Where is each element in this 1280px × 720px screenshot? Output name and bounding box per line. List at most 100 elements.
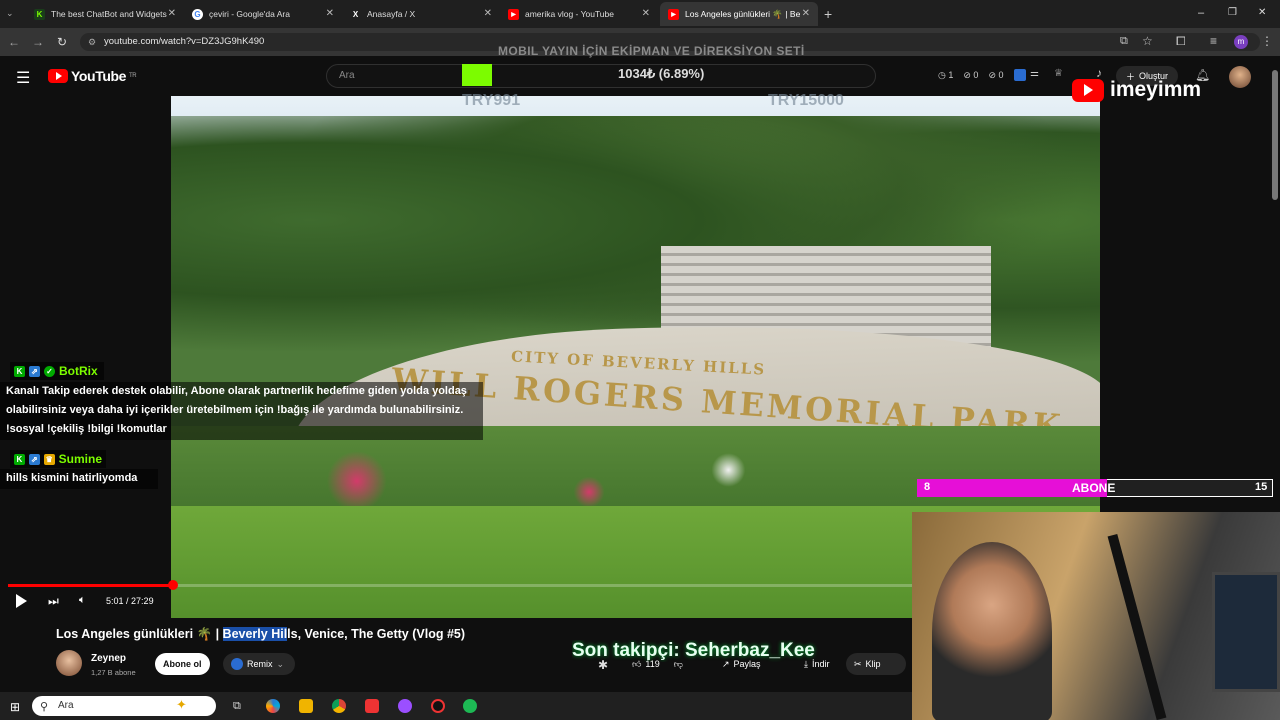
- subscriber-current: 8: [924, 481, 931, 493]
- taskbar-search-input[interactable]: Ara: [32, 696, 216, 716]
- task-view-icon[interactable]: ⧉: [233, 700, 241, 713]
- restore-button[interactable]: ❐: [1228, 7, 1237, 18]
- tab-title: amerika vlog - YouTube: [525, 9, 614, 19]
- webcam-person: [932, 542, 1052, 720]
- title-part: Los Angeles günlükleri 🌴 |: [56, 627, 223, 641]
- kick-badge-icon: K: [14, 365, 25, 377]
- browser-menu-icon[interactable]: ⋮: [1261, 34, 1273, 48]
- channel-avatar[interactable]: [56, 650, 82, 676]
- tab-title: Anasayfa / X: [367, 9, 416, 19]
- new-tab-button[interactable]: +: [824, 6, 832, 22]
- puzzle-icon: ✱: [598, 658, 609, 672]
- bookmark-star-icon[interactable]: ☆: [1142, 34, 1153, 48]
- channel-handle-text: imeyimm: [1110, 78, 1202, 101]
- goal-right-label: TRY15000: [768, 92, 844, 109]
- cast-icon[interactable]: ⧉: [1120, 35, 1128, 48]
- remix-button[interactable]: Remix ⌄: [223, 653, 295, 675]
- tab-google[interactable]: G çeviri - Google'da Ara ✕: [184, 2, 342, 26]
- reading-list-icon[interactable]: ≡: [1210, 34, 1217, 48]
- close-window-button[interactable]: ✕: [1258, 7, 1266, 18]
- user-avatar[interactable]: [1229, 66, 1251, 88]
- hamburger-menu-icon[interactable]: ☰: [16, 68, 30, 88]
- forward-arrow-icon[interactable]: →: [30, 34, 46, 50]
- donation-progress-fill: [462, 64, 492, 86]
- taskbar-search-highlight-icon: ✦: [176, 697, 187, 712]
- check-badge-icon: ✓: [44, 365, 55, 377]
- title-part: ls, Venice, The Getty (Vlog #5): [287, 627, 466, 641]
- copilot-icon[interactable]: [266, 699, 280, 713]
- time-display: 5:01 / 27:29: [106, 596, 154, 606]
- verified-badge-icon: ⇗: [29, 365, 40, 377]
- tab-close-icon[interactable]: ✕: [802, 8, 810, 19]
- profile-avatar-icon[interactable]: m: [1234, 35, 1248, 49]
- donation-goal-banner: MOBIL YAYIN İÇİN EKİPMAN VE DİREKSİYON S…: [498, 44, 805, 58]
- windows-start-icon[interactable]: ⊞: [10, 700, 20, 714]
- chrome-icon[interactable]: [332, 699, 346, 713]
- thumbs-down-icon[interactable]: 👎︎: [674, 659, 683, 670]
- header-counters: ◷ 1 ⊘ 0 ⊘ 0: [938, 70, 1004, 81]
- like-dislike-group[interactable]: 👍︎ 119 👎︎: [624, 653, 704, 675]
- tab-close-icon[interactable]: ✕: [484, 8, 492, 19]
- scissors-icon: ✂: [854, 658, 862, 669]
- counter-2: ⊘ 0: [963, 70, 979, 80]
- chat-message-text: hills kismini hatirliyomda: [0, 469, 158, 489]
- tab-amerika-vlog[interactable]: ▶ amerika vlog - YouTube ✕: [500, 2, 658, 26]
- back-arrow-icon[interactable]: ←: [6, 34, 22, 50]
- app-icon-purple[interactable]: [398, 699, 412, 713]
- tab-close-icon[interactable]: ✕: [168, 8, 176, 19]
- like-count: 119: [645, 659, 660, 669]
- kick-badge-icon: K: [14, 453, 25, 465]
- play-icon[interactable]: [16, 594, 27, 608]
- clip-label: Klip: [865, 659, 881, 669]
- total-time: 27:29: [131, 596, 154, 606]
- youtube-logo[interactable]: YouTube TR: [48, 68, 137, 84]
- tab-title: The best ChatBot and Widgets: [51, 9, 167, 19]
- spotify-icon[interactable]: [463, 699, 477, 713]
- file-explorer-icon[interactable]: [299, 699, 313, 713]
- channel-name[interactable]: Zeynep: [91, 653, 126, 664]
- tab-x[interactable]: X Anasayfa / X ✕: [342, 2, 500, 26]
- subscriber-goal-target: 15: [1255, 481, 1268, 493]
- extensions-icon[interactable]: ⧠: [1176, 34, 1186, 49]
- volume-icon[interactable]: 🔈︎: [79, 594, 86, 607]
- sub-badge-icon: ♛: [43, 453, 55, 465]
- chevron-down-icon: ⌄: [276, 658, 285, 669]
- next-video-icon[interactable]: ⏭︎: [48, 594, 59, 609]
- download-label: İndir: [811, 659, 830, 669]
- trophy-icon[interactable]: ♕: [1054, 68, 1063, 79]
- clip-button[interactable]: ✂ Klip: [846, 653, 906, 675]
- page-scrollbar-thumb[interactable]: [1272, 70, 1278, 200]
- settings-sliders-icon[interactable]: ⚌: [1030, 68, 1039, 79]
- streamer-webcam: [912, 512, 1280, 720]
- extension-icon[interactable]: [1014, 69, 1026, 81]
- tab-close-icon[interactable]: ✕: [642, 8, 650, 19]
- download-button[interactable]: ⤓ İndir: [796, 653, 838, 675]
- site-info-icon[interactable]: ⚙: [88, 37, 96, 48]
- youtube-favicon-icon: ▶: [508, 8, 519, 20]
- chat-username: BotRix: [59, 364, 98, 378]
- tab-title: çeviri - Google'da Ara: [209, 9, 290, 19]
- webcam-mic-arm: [1107, 533, 1167, 720]
- chat-message-text: Kanalı Takip ederek destek olabilir, Abo…: [0, 382, 483, 440]
- thumbs-up-icon[interactable]: 👍︎: [632, 659, 641, 670]
- tab-chatbot[interactable]: K The best ChatBot and Widgets ✕: [26, 2, 184, 26]
- region-code: TR: [129, 73, 137, 79]
- tab-los-angeles[interactable]: ▶ Los Angeles günlükleri 🌴 | Be ✕: [660, 2, 818, 26]
- tab-search-icon[interactable]: ⌄: [6, 8, 14, 19]
- minimize-button[interactable]: –: [1198, 7, 1204, 19]
- webcam-monitor: [1212, 572, 1280, 692]
- chat-user-header: K ⇗ ✓ BotRix: [10, 362, 104, 380]
- app-icon-obs[interactable]: [431, 699, 445, 713]
- app-icon-red[interactable]: [365, 699, 379, 713]
- share-icon: ↗: [722, 658, 730, 669]
- video-scrubber-handle[interactable]: [167, 580, 178, 590]
- search-input[interactable]: Ara: [326, 64, 876, 88]
- google-favicon-icon: G: [192, 8, 203, 20]
- reload-icon[interactable]: ↻: [54, 34, 70, 50]
- tab-close-icon[interactable]: ✕: [326, 8, 334, 19]
- share-label: Paylaş: [733, 659, 761, 669]
- share-button[interactable]: ↗ Paylaş: [714, 653, 769, 675]
- chat-message-botrix: K ⇗ ✓ BotRix: [10, 362, 104, 380]
- chat-username: Sumine: [58, 452, 103, 466]
- subscribe-button[interactable]: Abone ol: [155, 653, 210, 675]
